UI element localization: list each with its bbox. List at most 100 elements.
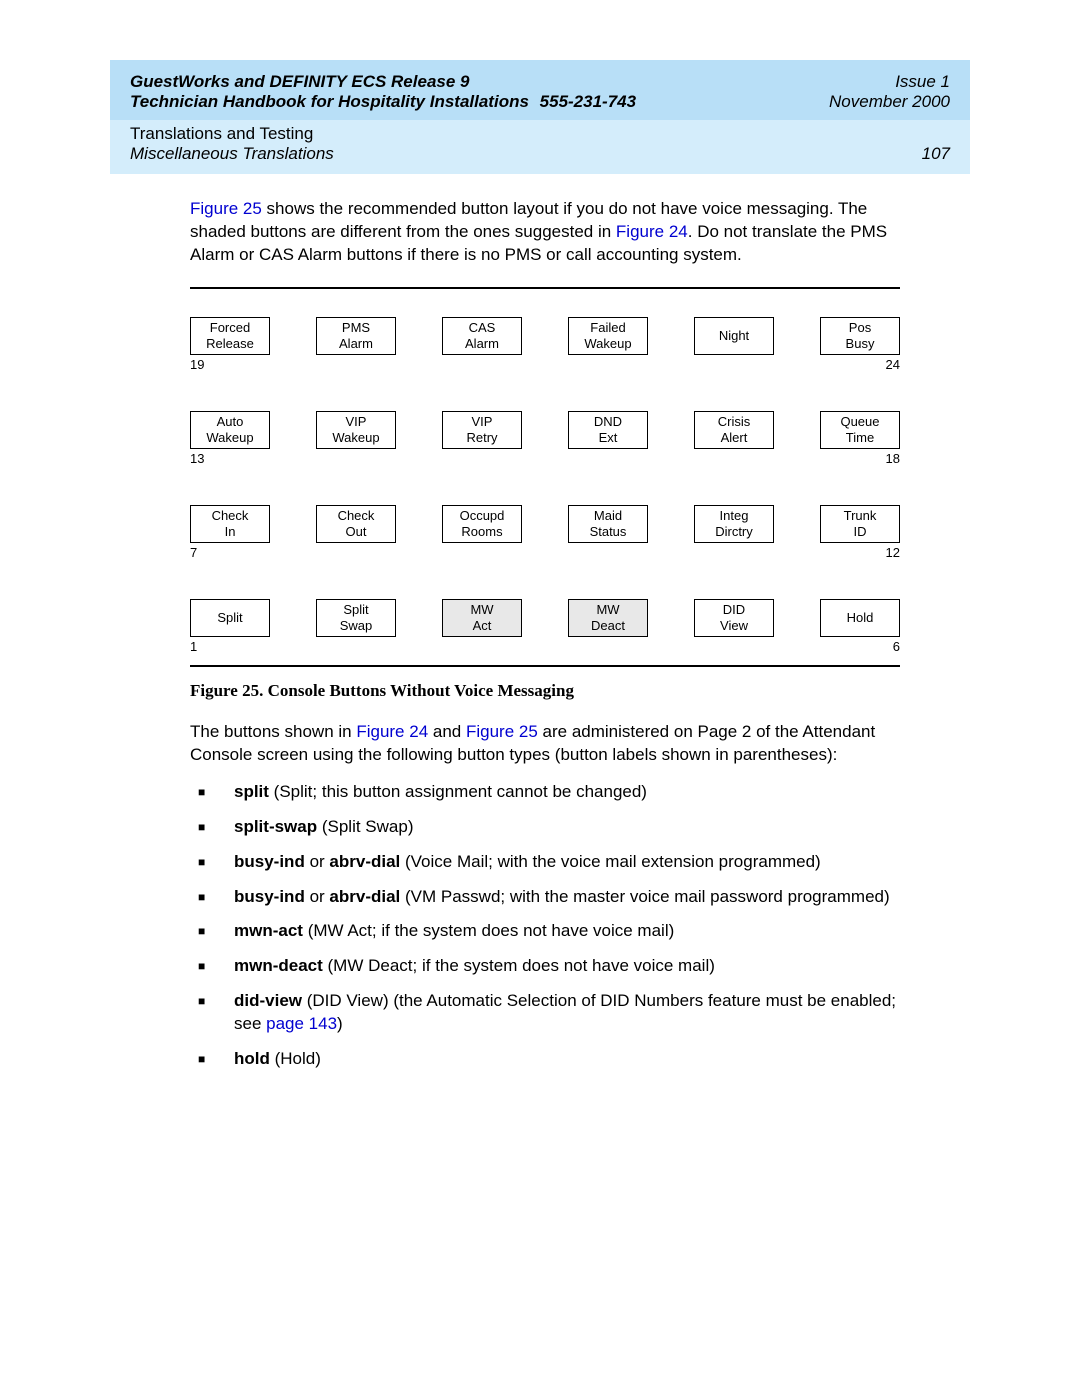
- header-date: November 2000: [829, 92, 950, 112]
- bullet-bold: split-swap: [234, 817, 317, 836]
- button-label-line-1: Queue: [840, 414, 879, 430]
- console-button: CheckIn: [190, 505, 270, 543]
- console-button: VIPWakeup: [316, 411, 396, 449]
- console-button: VIPRetry: [442, 411, 522, 449]
- row-number-left: 7: [190, 545, 197, 560]
- header-row-1: GuestWorks and DEFINITY ECS Release 9 Is…: [130, 72, 950, 92]
- console-button: QueueTime: [820, 411, 900, 449]
- console-button: MWAct: [442, 599, 522, 637]
- button-cell: CheckOut: [316, 505, 396, 543]
- chapter-title: Translations and Testing: [130, 124, 334, 144]
- after-figure-paragraph: The buttons shown in Figure 24 and Figur…: [190, 721, 900, 767]
- bullet-rest: (Hold): [270, 1049, 321, 1068]
- after-text-b: and: [428, 722, 466, 741]
- button-label-line-2: Release: [206, 336, 254, 352]
- button-label-line-2: In: [225, 524, 236, 540]
- row-number-right: 6: [893, 639, 900, 654]
- page-header: GuestWorks and DEFINITY ECS Release 9 Is…: [110, 60, 970, 120]
- button-label-line-1: Check: [212, 508, 249, 524]
- bullet-bold: mwn-act: [234, 921, 303, 940]
- button-label-line-1: PMS: [342, 320, 370, 336]
- button-cell: ForcedRelease: [190, 317, 270, 355]
- console-button: Hold: [820, 599, 900, 637]
- button-cell: CheckIn: [190, 505, 270, 543]
- bullet-bold-2: abrv-dial: [329, 852, 400, 871]
- button-cell: AutoWakeup: [190, 411, 270, 449]
- button-label-line-2: Alarm: [339, 336, 373, 352]
- button-label-line-2: Busy: [846, 336, 875, 352]
- button-label-line-1: Hold: [847, 610, 874, 626]
- page-number: 107: [922, 144, 950, 164]
- button-cell: MWAct: [442, 599, 522, 637]
- button-label-line-1: Integ: [720, 508, 749, 524]
- figure-caption: Figure 25. Console Buttons Without Voice…: [190, 681, 900, 701]
- button-label-line-2: Alarm: [465, 336, 499, 352]
- console-button: MaidStatus: [568, 505, 648, 543]
- row-number-right: 24: [886, 357, 900, 372]
- console-button: CheckOut: [316, 505, 396, 543]
- button-grid: ForcedReleasePMSAlarmCASAlarmFailedWakeu…: [190, 317, 900, 637]
- header-issue: Issue 1: [895, 72, 950, 92]
- button-label-line-2: ID: [854, 524, 867, 540]
- console-button: AutoWakeup: [190, 411, 270, 449]
- bullet-mid: or: [305, 887, 330, 906]
- button-cell: CrisisAlert: [694, 411, 774, 449]
- button-label-line-2: Wakeup: [584, 336, 631, 352]
- button-label-line-1: Split: [343, 602, 368, 618]
- console-button: OccupdRooms: [442, 505, 522, 543]
- header-row-2: Technician Handbook for Hospitality Inst…: [130, 92, 950, 112]
- figure-25-box: ForcedReleasePMSAlarmCASAlarmFailedWakeu…: [190, 287, 900, 667]
- button-label-line-2: Deact: [591, 618, 625, 634]
- page-subheader: Translations and Testing Miscellaneous T…: [110, 120, 970, 174]
- row-number-left: 13: [190, 451, 204, 466]
- figure-24-link-2[interactable]: Figure 24: [356, 722, 428, 741]
- bullet-after: ): [337, 1014, 343, 1033]
- button-label-line-1: Maid: [594, 508, 622, 524]
- list-item: busy-ind or abrv-dial (VM Passwd; with t…: [218, 886, 900, 909]
- bullet-rest: (VM Passwd; with the master voice mail p…: [400, 887, 889, 906]
- header-handbook: Technician Handbook for Hospitality Inst…: [130, 92, 636, 112]
- row-number-right: 12: [886, 545, 900, 560]
- bullet-rest: (MW Deact; if the system does not have v…: [323, 956, 715, 975]
- figure-25-link[interactable]: Figure 25: [190, 199, 262, 218]
- button-label-line-2: Time: [846, 430, 874, 446]
- button-label-line-2: Out: [346, 524, 367, 540]
- button-cell: PMSAlarm: [316, 317, 396, 355]
- button-cell: Hold: [820, 599, 900, 637]
- button-cell: QueueTime: [820, 411, 900, 449]
- list-item: split (Split; this button assignment can…: [218, 781, 900, 804]
- bullet-rest: (Voice Mail; with the voice mail extensi…: [400, 852, 820, 871]
- console-button: SplitSwap: [316, 599, 396, 637]
- handbook-title: Technician Handbook for Hospitality Inst…: [130, 92, 529, 111]
- header-product: GuestWorks and DEFINITY ECS Release 9: [130, 72, 470, 92]
- button-label-line-2: Retry: [466, 430, 497, 446]
- list-item: split-swap (Split Swap): [218, 816, 900, 839]
- figure-25-link-2[interactable]: Figure 25: [466, 722, 538, 741]
- bullet-bold: split: [234, 782, 269, 801]
- button-cell: CASAlarm: [442, 317, 522, 355]
- list-item: mwn-deact (MW Deact; if the system does …: [218, 955, 900, 978]
- button-label-line-1: MW: [470, 602, 493, 618]
- bullet-bold: busy-ind: [234, 887, 305, 906]
- console-button: CrisisAlert: [694, 411, 774, 449]
- button-label-line-1: Night: [719, 328, 749, 344]
- row-number-left: 1: [190, 639, 197, 654]
- console-button: DNDExt: [568, 411, 648, 449]
- button-cell: IntegDirctry: [694, 505, 774, 543]
- button-row: SplitSplitSwapMWActMWDeactDIDViewHold16: [190, 599, 900, 637]
- button-label-line-1: MW: [596, 602, 619, 618]
- button-cell: SplitSwap: [316, 599, 396, 637]
- button-label-line-1: Check: [338, 508, 375, 524]
- bullet-bold-2: abrv-dial: [329, 887, 400, 906]
- button-label-line-2: Rooms: [461, 524, 502, 540]
- figure-24-link[interactable]: Figure 24: [616, 222, 688, 241]
- row-number-left: 19: [190, 357, 204, 372]
- button-label-line-2: Act: [473, 618, 492, 634]
- page-link[interactable]: page 143: [266, 1014, 337, 1033]
- console-button: ForcedRelease: [190, 317, 270, 355]
- button-label-line-1: DID: [723, 602, 745, 618]
- button-label-line-2: Ext: [599, 430, 618, 446]
- console-button: DIDView: [694, 599, 774, 637]
- button-cell: PosBusy: [820, 317, 900, 355]
- button-label-line-2: Wakeup: [332, 430, 379, 446]
